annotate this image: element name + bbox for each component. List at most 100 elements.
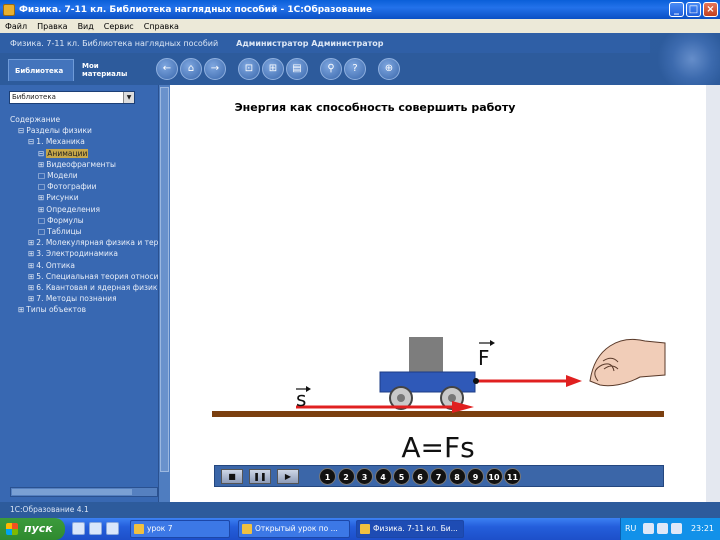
tree-expander-icon[interactable]: ⊞ <box>28 283 34 292</box>
menu-edit[interactable]: Правка <box>32 22 72 31</box>
print-icon[interactable]: ▤ <box>286 58 308 80</box>
tree-expander-icon[interactable]: □ <box>38 216 45 225</box>
tree-item[interactable]: ⊟ Разделы физики <box>18 125 92 136</box>
step-button-1[interactable]: 1 <box>319 468 336 485</box>
tree-expander-icon[interactable]: ⊞ <box>28 272 34 281</box>
task-lesson[interactable]: урок 7 <box>130 520 230 538</box>
close-button[interactable]: × <box>703 2 718 17</box>
tree-expander-icon[interactable]: ⊟ <box>28 137 34 146</box>
taskbar: пуск урок 7 Открытый урок по ... Физика.… <box>0 518 720 540</box>
quicklaunch-desktop-icon[interactable] <box>89 522 102 535</box>
tree-item-label: Формулы <box>47 215 84 225</box>
clock: 23:21 <box>690 524 714 533</box>
language-indicator[interactable]: RU <box>625 518 636 540</box>
task-label: урок 7 <box>147 524 173 533</box>
step-button-9[interactable]: 9 <box>467 468 484 485</box>
tree-expander-icon[interactable]: ⊞ <box>28 249 34 258</box>
task-open-lesson[interactable]: Открытый урок по ... <box>238 520 350 538</box>
user-name: Администратор Администратор <box>236 38 384 48</box>
app-icon <box>360 524 370 534</box>
tree-item[interactable]: ⊞ 7. Методы познания <box>28 293 117 304</box>
hscroll-thumb[interactable] <box>12 489 132 495</box>
start-label: пуск <box>24 522 53 535</box>
tree-item[interactable]: □ Таблицы <box>38 226 82 237</box>
step-button-8[interactable]: 8 <box>448 468 466 485</box>
tree-expander-icon[interactable]: ⊞ <box>38 193 44 202</box>
cart-add-icon[interactable]: ⊞ <box>262 58 284 80</box>
tree-item[interactable]: ⊞ 5. Специальная теория относи <box>28 271 158 282</box>
step-button-4[interactable]: 4 <box>374 468 392 485</box>
stop-button[interactable]: ■ <box>221 469 243 484</box>
tree-expander-icon[interactable]: ⊞ <box>28 238 34 247</box>
library-selector[interactable]: Библиотека ▼ <box>9 91 135 104</box>
tree-item[interactable]: ⊞ 3. Электродинамика <box>28 248 118 259</box>
tree-item[interactable]: ⊞ Типы объектов <box>18 304 86 315</box>
step-button-10[interactable]: 10 <box>485 468 503 485</box>
cart-icon[interactable]: ⊡ <box>238 58 260 80</box>
tree-item[interactable]: ⊞ Определения <box>38 204 100 215</box>
task-physics[interactable]: Физика. 7-11 кл. Би... <box>356 520 464 538</box>
menu-help[interactable]: Справка <box>139 22 184 31</box>
zoom-icon[interactable]: ⊕ <box>378 58 400 80</box>
back-icon[interactable]: ← <box>156 58 178 80</box>
tree-item-label: 1. Механика <box>36 137 85 147</box>
tree-expander-icon[interactable]: ⊟ <box>38 149 44 158</box>
tree-item-label: Анимации <box>46 148 89 158</box>
sidebar-hscrollbar[interactable] <box>10 487 158 497</box>
menu-view[interactable]: Вид <box>73 22 99 31</box>
tree-expander-icon[interactable]: ⊞ <box>38 205 44 214</box>
tree-expander-icon[interactable]: ⊞ <box>18 305 24 314</box>
tree-expander-icon[interactable]: ⊟ <box>18 126 24 135</box>
scroll-thumb[interactable] <box>160 87 169 472</box>
forward-icon[interactable]: → <box>204 58 226 80</box>
tray-security-icon[interactable] <box>671 523 682 534</box>
step-button-5[interactable]: 5 <box>393 468 410 485</box>
step-button-11[interactable]: 11 <box>504 468 521 485</box>
tree-expander-icon[interactable]: □ <box>38 182 45 191</box>
tree-item[interactable]: Содержание <box>8 114 60 125</box>
tree-item[interactable]: ⊞ 2. Молекулярная физика и тер <box>28 237 158 248</box>
step-button-6[interactable]: 6 <box>411 468 429 485</box>
tree-expander-icon[interactable]: ⊞ <box>28 294 34 303</box>
tray-network-icon[interactable] <box>643 523 654 534</box>
content-scrollbar[interactable] <box>706 85 720 502</box>
ground <box>212 411 664 417</box>
tree-item[interactable]: ⊞ 4. Оптика <box>28 260 75 271</box>
play-button[interactable]: ▶ <box>277 469 299 484</box>
tree-item[interactable]: □ Модели <box>38 170 78 181</box>
tree-item[interactable]: ⊞ Рисунки <box>38 192 79 203</box>
help-icon[interactable]: ? <box>344 58 366 80</box>
maximize-button[interactable]: □ <box>686 2 701 17</box>
chevron-down-icon[interactable]: ▼ <box>123 92 134 103</box>
step-button-7[interactable]: 7 <box>430 468 447 485</box>
tree-expander-icon[interactable]: ⊞ <box>28 261 34 270</box>
tree-item[interactable]: ⊞ Видеофрагменты <box>38 159 116 170</box>
tree-expander-icon[interactable]: □ <box>38 227 45 236</box>
menu-file[interactable]: Файл <box>0 22 32 31</box>
menu-tools[interactable]: Сервис <box>99 22 139 31</box>
tree-item[interactable]: ⊞ 6. Квантовая и ядерная физик <box>28 282 157 293</box>
tree-item[interactable]: ⊟ 1. Механика <box>28 136 85 147</box>
tree-item[interactable]: □ Формулы <box>38 215 84 226</box>
tree-item[interactable]: □ Фотографии <box>38 181 97 192</box>
tray-volume-icon[interactable] <box>657 523 668 534</box>
start-button[interactable]: пуск <box>0 518 65 540</box>
sidebar-scrollbar[interactable] <box>158 85 170 502</box>
search-icon[interactable]: ⚲ <box>320 58 342 80</box>
quicklaunch-ie-icon[interactable] <box>72 522 85 535</box>
step-button-3[interactable]: 3 <box>356 468 373 485</box>
step-button-2[interactable]: 2 <box>337 468 355 485</box>
tree-expander-icon[interactable]: □ <box>38 171 45 180</box>
quicklaunch-media-icon[interactable] <box>106 522 119 535</box>
tree-item-label: Рисунки <box>46 193 79 203</box>
tree-item-label: Разделы физики <box>26 126 92 136</box>
home-icon[interactable]: ⌂ <box>180 58 202 80</box>
pause-button[interactable]: ❚❚ <box>249 469 271 484</box>
tree-item[interactable]: ⊟ Анимации <box>38 148 89 159</box>
tab-library[interactable]: Библиотека <box>8 59 74 81</box>
brand-logo <box>650 33 720 85</box>
tree-expander-icon[interactable]: ⊞ <box>38 160 44 169</box>
tab-my-materials[interactable]: Мои материалы <box>76 59 150 81</box>
tree-item-label: Содержание <box>10 115 61 124</box>
minimize-button[interactable]: _ <box>669 2 684 17</box>
